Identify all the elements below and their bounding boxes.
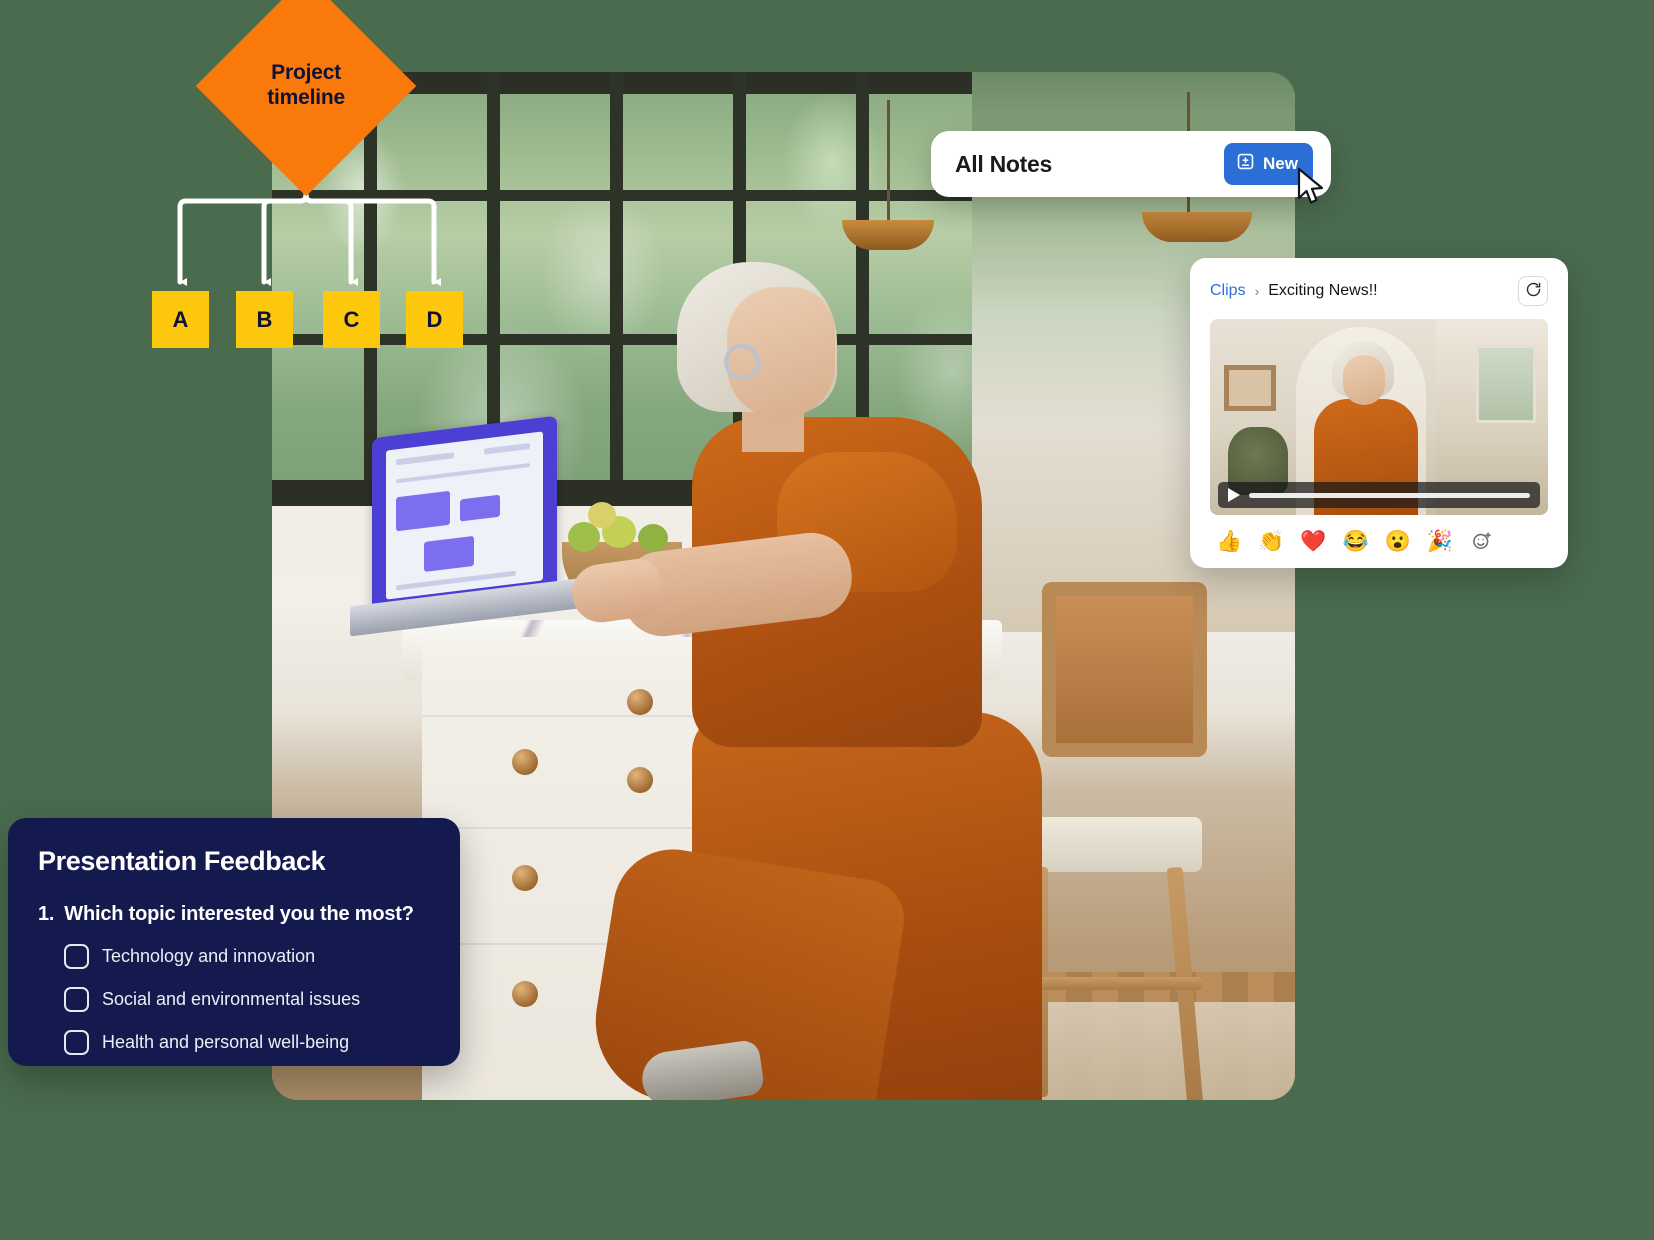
breadcrumb-current: Exciting News!! xyxy=(1268,282,1378,299)
note-plus-icon xyxy=(1236,152,1255,176)
video-player[interactable] xyxy=(1210,319,1548,515)
fruit xyxy=(588,502,616,528)
flow-node-label: D xyxy=(426,306,443,332)
pendant-lamp xyxy=(1142,92,1252,242)
presentation-feedback-card: Presentation Feedback 1. Which topic int… xyxy=(8,818,460,1066)
clips-header: Clips › Exciting News!! xyxy=(1210,276,1548,306)
refresh-icon xyxy=(1525,281,1542,301)
checkbox-health-and-personal-well-being[interactable] xyxy=(64,1030,89,1055)
option-label: Health and personal well-being xyxy=(102,1032,350,1052)
video-window xyxy=(1476,345,1536,423)
cabinet-knob xyxy=(627,767,653,793)
new-note-button-label: New xyxy=(1263,154,1298,173)
flow-node-b[interactable]: B xyxy=(236,291,293,348)
window-mullion xyxy=(610,72,623,502)
clips-card: Clips › Exciting News!! 👍 👏 ❤️ 😂 😮 🎉 xyxy=(1190,258,1568,568)
feedback-card-title: Presentation Feedback xyxy=(38,846,326,876)
reaction-joy[interactable]: 😂 xyxy=(1342,531,1368,552)
flowchart-overlay: Project timeline A B C D xyxy=(0,0,520,380)
flow-node-label: B xyxy=(256,306,273,332)
option-label: Social and environmental issues xyxy=(102,989,361,1009)
checkbox-social-and-environmental-issues[interactable] xyxy=(64,987,89,1012)
video-framed-picture xyxy=(1224,365,1276,411)
mouse-pointer-icon xyxy=(1296,167,1326,207)
reaction-heart[interactable]: ❤️ xyxy=(1300,531,1326,552)
question-text: Which topic interested you the most? xyxy=(64,903,414,925)
flow-root-label: Project timeline xyxy=(267,61,345,109)
breadcrumb-parent-link[interactable]: Clips xyxy=(1210,282,1246,300)
cabinet-knob xyxy=(512,749,538,775)
screenshot-stage: Project timeline A B C D All Notes New C… xyxy=(0,0,1654,1240)
area-rug xyxy=(1032,1002,1295,1100)
flow-node-label: C xyxy=(343,306,360,332)
person-earring xyxy=(724,344,760,380)
feedback-question: 1. Which topic interested you the most? xyxy=(38,903,430,926)
cabinet-knob xyxy=(627,689,653,715)
option-label: Technology and innovation xyxy=(102,946,316,966)
play-icon[interactable] xyxy=(1228,488,1240,502)
feedback-option[interactable]: Technology and innovation xyxy=(38,944,430,969)
flow-node-d[interactable]: D xyxy=(406,291,463,348)
flow-node-label: A xyxy=(172,306,189,332)
reaction-party[interactable]: 🎉 xyxy=(1427,531,1453,552)
cabinet-knob xyxy=(512,981,538,1007)
add-reaction-icon[interactable] xyxy=(1469,528,1495,554)
reaction-bar: 👍 👏 ❤️ 😂 😮 🎉 xyxy=(1210,528,1548,554)
all-notes-card: All Notes New xyxy=(931,131,1331,197)
refresh-button[interactable] xyxy=(1518,276,1548,306)
dining-chair xyxy=(1042,582,1207,757)
breadcrumb: Clips › Exciting News!! xyxy=(1210,282,1378,300)
cabinet-knob xyxy=(512,865,538,891)
feedback-option[interactable]: Social and environmental issues xyxy=(38,987,430,1012)
question-number: 1. xyxy=(38,903,55,925)
reaction-astonished[interactable]: 😮 xyxy=(1385,531,1411,552)
chevron-right-icon: › xyxy=(1254,283,1260,299)
video-controls xyxy=(1218,482,1540,508)
flow-node-a[interactable]: A xyxy=(152,291,209,348)
reaction-thumbs-up[interactable]: 👍 xyxy=(1216,531,1242,552)
flow-node-c[interactable]: C xyxy=(323,291,380,348)
checkbox-technology-and-innovation[interactable] xyxy=(64,944,89,969)
video-person-face xyxy=(1343,355,1385,405)
fruit xyxy=(638,524,668,552)
feedback-option[interactable]: Health and personal well-being xyxy=(38,1030,430,1055)
video-progress-track[interactable] xyxy=(1249,492,1530,498)
laptop-ui xyxy=(386,431,543,600)
all-notes-title: All Notes xyxy=(955,150,1052,177)
reaction-clap[interactable]: 👏 xyxy=(1258,531,1284,552)
